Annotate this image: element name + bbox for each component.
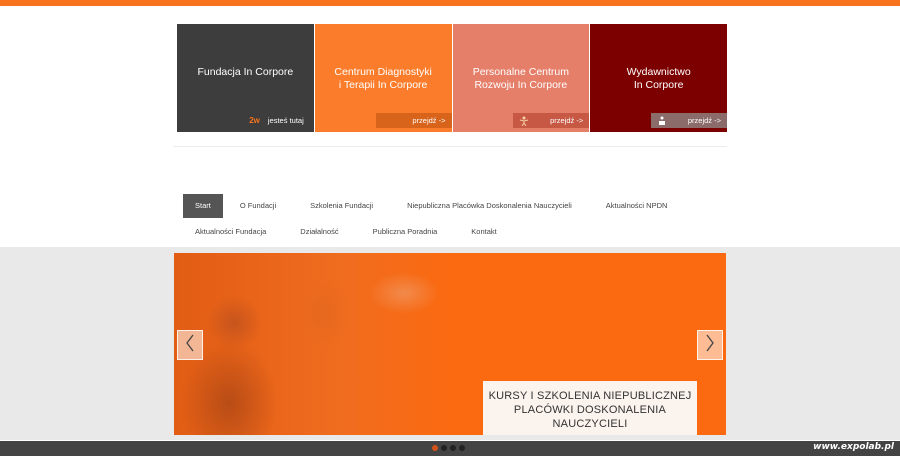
goto-button[interactable]: przejdź -> [651,113,727,128]
main-nav: Start O Fundacji Szkolenia Fundacji Niep… [183,194,723,236]
you-are-here-label: 2w jesteś tutaj [240,113,310,128]
nav-item-kontakt[interactable]: Kontakt [454,220,513,244]
nav-item-npdn[interactable]: Niepubliczna Placówka Doskonalenia Naucz… [390,194,589,218]
tile-personalne-centrum[interactable]: Personalne Centrum Rozwoju In Corpore pr… [452,24,590,132]
tile-title: Personalne Centrum Rozwoju In Corpore [472,66,570,91]
nav-row-2: Aktualności Fundacja Działalność Publicz… [178,220,514,244]
watermark-text: www.expolab.pl [813,442,894,452]
slide-photo [174,253,454,435]
slider-dot[interactable] [450,445,456,451]
person-icon [519,116,529,128]
slider-prev-button[interactable] [177,330,203,360]
tile-title: Centrum Diagnostyki i Terapii In Corpore [334,66,432,91]
logo-mark-icon: 2w [249,116,260,125]
header-divider [173,146,727,147]
nav-item-publiczna-poradnia[interactable]: Publiczna Poradnia [356,220,455,244]
nav-item-aktualnosci-fundacja[interactable]: Aktualności Fundacja [178,220,283,244]
tile-title: Fundacja In Corpore [197,66,294,78]
top-accent-bar [0,0,900,6]
slider-next-button[interactable] [697,330,723,360]
tile-footer-text: przejdź -> [412,116,446,125]
reader-icon [657,116,667,128]
tile-footer-text: przejdź -> [687,116,721,125]
goto-button[interactable]: przejdź -> [513,113,590,128]
slider-dot[interactable] [441,445,447,451]
tile-centrum-diagnostyki[interactable]: Centrum Diagnostyki i Terapii In Corpore… [314,24,452,132]
tile-footer-text: jesteś tutaj [267,116,304,125]
slide-caption: KURSY I SZKOLENIA NIEPUBLICZNEJ PLACÓWKI… [483,381,697,435]
tile-wydawnictwo[interactable]: Wydawnictwo In Corpore przejdź -> [590,24,727,132]
nav-item-aktualnosci-npdn[interactable]: Aktualności NPDN [589,194,685,218]
nav-item-dzialalnosc[interactable]: Działalność [283,220,355,244]
goto-button[interactable]: przejdź -> [375,113,452,128]
nav-item-start[interactable]: Start [183,194,223,218]
nav-item-o-fundacji[interactable]: O Fundacji [223,194,293,218]
slider-dot[interactable] [459,445,465,451]
portal-tiles: Fundacja In Corpore 2w jesteś tutaj Cent… [177,24,727,132]
slider-pagination [432,445,465,451]
hero-slider: KURSY I SZKOLENIA NIEPUBLICZNEJ PLACÓWKI… [174,253,726,435]
nav-row-1: Start O Fundacji Szkolenia Fundacji Niep… [183,194,723,218]
nav-item-szkolenia-fundacji[interactable]: Szkolenia Fundacji [293,194,390,218]
tile-footer-text: przejdź -> [550,116,584,125]
chevron-left-icon [185,334,195,357]
slider-dot[interactable] [432,445,438,451]
tile-title: Wydawnictwo In Corpore [626,66,691,91]
chevron-right-icon [705,334,715,357]
tile-fundacja[interactable]: Fundacja In Corpore 2w jesteś tutaj [177,24,314,132]
